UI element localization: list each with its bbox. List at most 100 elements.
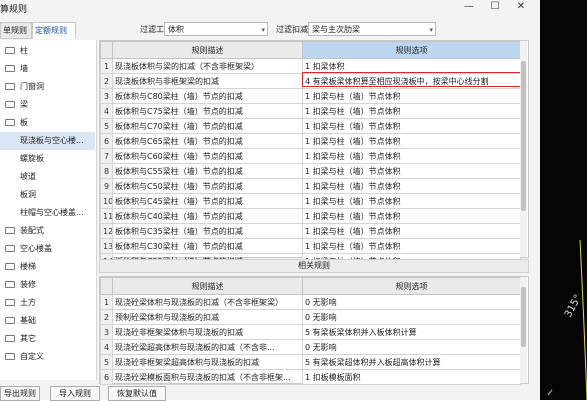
scrollbar-thumb[interactable] [521, 287, 526, 347]
row-number: 3 [100, 88, 113, 104]
tree-item-other[interactable]: 其它 [0, 330, 95, 348]
rule-desc-cell: 现浇砼梁超高体积与现浇板的扣减（不含非... [112, 339, 303, 355]
rule-option-cell[interactable]: 1 扣梁与柱（墙）节点体积 [302, 118, 521, 134]
row-number: 6 [100, 133, 113, 149]
tree-item-column[interactable]: 柱 [0, 42, 95, 60]
table-header-row: 规则描述 规则选项 [100, 41, 521, 59]
table-row[interactable]: 5 现浇砼非框架梁超高体积与现浇板的扣减 5 有梁板梁超体积并入板超高体积计算 [100, 354, 521, 370]
rule-option-cell[interactable]: 1 扣板模板面积 [302, 369, 521, 385]
filter-quantity-select[interactable]: 体积 ▾ [164, 22, 268, 36]
tree-item-prefab[interactable]: 装配式 [0, 222, 95, 240]
header-corner [100, 41, 113, 59]
tree-item-stairs[interactable]: 楼梯 [0, 258, 95, 276]
folder-icon [5, 227, 15, 234]
tree-item-column-cap[interactable]: 柱帽与空心楼盖... [0, 204, 95, 222]
tab-rules-single[interactable]: 单规则 [0, 22, 32, 39]
tree-item-beam[interactable]: 梁 [0, 96, 95, 114]
maximize-button[interactable]: ☐ [486, 1, 504, 12]
component-tree: 柱 墙 门窗洞 梁 板 现浇板与空心楼... 螺旋板 坡道 板洞 柱帽与空心楼盖… [0, 40, 97, 380]
folder-icon [5, 245, 15, 252]
table-row[interactable]: 1 现浇砼梁体积与现浇板的扣减（不含非框架梁） 0 无影响 [100, 294, 521, 310]
table-row[interactable]: 13 板体积与C30梁柱（墙）节点的扣减 1 扣梁与柱（墙）节点体积 [100, 238, 521, 254]
table-row[interactable]: 8 板体积与C55梁柱（墙）节点的扣减 1 扣梁与柱（墙）节点体积 [100, 163, 521, 179]
rule-desc-cell: 现浇砼非框架梁超高体积与现浇板的扣减 [112, 354, 303, 370]
rule-option-cell[interactable]: 0 无影响 [302, 294, 521, 310]
tree-item-spiral-slab[interactable]: 螺旋板 [0, 150, 95, 168]
rule-desc-cell: 现浇砼梁模板面积与现浇板的扣减（不含非框架... [112, 369, 303, 385]
rule-desc-cell: 板体积与C50梁柱（墙）节点的扣减 [112, 178, 303, 194]
rules-scrollbar[interactable] [520, 41, 527, 257]
header-rule-desc[interactable]: 规则描述 [112, 277, 303, 295]
chevron-down-icon: ▾ [429, 26, 433, 34]
filter-deduct-select[interactable]: 梁与主次肋梁 ▾ [308, 22, 436, 36]
header-rule-option[interactable]: 规则选项 [302, 277, 521, 295]
tree-item-custom[interactable]: 自定义 [0, 348, 95, 366]
tree-item-slab[interactable]: 板 [0, 114, 95, 132]
rule-desc-cell: 现浇砼梁体积与现浇板的扣减（不含非框架梁） [112, 294, 303, 310]
rule-option-cell[interactable]: 0 无影响 [302, 339, 521, 355]
row-number: 8 [100, 163, 113, 179]
table-row[interactable]: 11 板体积与C40梁柱（墙）节点的扣减 1 扣梁与柱（墙）节点体积 [100, 208, 521, 224]
tree-item-foundation[interactable]: 基础 [0, 312, 95, 330]
import-rules-button[interactable]: 导入规则 [50, 386, 100, 401]
row-number: 3 [100, 324, 113, 340]
tree-item-decoration[interactable]: 装修 [0, 276, 95, 294]
rule-option-cell[interactable]: 5 有梁板梁体积并入板体积计算 [302, 324, 521, 340]
rule-desc-cell: 板体积与C45梁柱（墙）节点的扣减 [112, 193, 303, 209]
chevron-down-icon: ▾ [261, 26, 265, 34]
tree-item-ramp[interactable]: 坡道 [0, 168, 95, 186]
table-row[interactable]: 4 现浇砼梁超高体积与现浇板的扣减（不含非... 0 无影响 [100, 339, 521, 355]
tree-item-earthwork[interactable]: 土方 [0, 294, 95, 312]
rule-option-cell[interactable]: 1 扣梁与柱（墙）节点体积 [302, 223, 521, 239]
window-title: 算规则 [0, 5, 28, 15]
rule-option-cell[interactable]: 1 扣梁与柱（墙）节点体积 [302, 193, 521, 209]
rule-option-cell[interactable]: 1 扣梁与柱（墙）节点体积 [302, 103, 521, 119]
rule-option-cell[interactable]: 1 扣梁与柱（墙）节点体积 [302, 148, 521, 164]
rule-option-cell[interactable]: 1 扣梁与柱（墙）节点体积 [302, 238, 521, 254]
tab-quota-rules[interactable]: 定额规则 [32, 22, 76, 39]
header-rule-option[interactable]: 规则选项 [302, 41, 521, 59]
scrollbar-thumb[interactable] [521, 61, 526, 211]
table-row[interactable]: 3 现浇砼非框架梁体积与现浇板的扣减 5 有梁板梁体积并入板体积计算 [100, 324, 521, 340]
tree-item-hollow-floor[interactable]: 空心楼盖 [0, 240, 95, 258]
table-row[interactable]: 6 现浇砼梁模板面积与现浇板的扣减（不含非框架... 1 扣板模板面积 [100, 369, 521, 385]
tree-item-door-window[interactable]: 门窗洞 [0, 78, 95, 96]
rule-option-cell[interactable]: 1 扣梁与柱（墙）节点体积 [302, 208, 521, 224]
rule-option-cell[interactable]: 5 有梁板梁超体积并入板超高体积计算 [302, 354, 521, 370]
filter-quantity-value: 体积 [168, 25, 184, 34]
table-row[interactable]: 5 板体积与C70梁柱（墙）节点的扣减 1 扣梁与柱（墙）节点体积 [100, 118, 521, 134]
rule-desc-cell: 板体积与C60梁柱（墙）节点的扣减 [112, 148, 303, 164]
drawing-canvas[interactable]: 315° [540, 0, 587, 400]
rule-desc-cell: 板体积与C40梁柱（墙）节点的扣减 [112, 208, 303, 224]
tree-item-slab-hole[interactable]: 板洞 [0, 186, 95, 204]
table-row[interactable]: 10 板体积与C45梁柱（墙）节点的扣减 1 扣梁与柱（墙）节点体积 [100, 193, 521, 209]
export-rules-button[interactable]: 导出规则 [0, 386, 40, 401]
table-row[interactable]: 12 板体积与C35梁柱（墙）节点的扣减 1 扣梁与柱（墙）节点体积 [100, 223, 521, 239]
table-row[interactable]: 6 板体积与C65梁柱（墙）节点的扣减 1 扣梁与柱（墙）节点体积 [100, 133, 521, 149]
table-row[interactable]: 9 板体积与C50梁柱（墙）节点的扣减 1 扣梁与柱（墙）节点体积 [100, 178, 521, 194]
title-bar: 算规则 — ☐ ✕ [0, 0, 540, 16]
folder-icon [5, 263, 15, 270]
rule-option-cell[interactable]: 0 无影响 [302, 309, 521, 325]
restore-default-button[interactable]: 恢复默认值 [108, 386, 166, 401]
row-number: 4 [100, 339, 113, 355]
close-button[interactable]: ✕ [512, 1, 530, 12]
table-row[interactable]: 3 板体积与C80梁柱（墙）节点的扣减 1 扣梁与柱（墙）节点体积 [100, 88, 521, 104]
row-number: 2 [100, 73, 113, 89]
minimize-button[interactable]: — [460, 1, 478, 12]
table-row[interactable]: 4 板体积与C75梁柱（墙）节点的扣减 1 扣梁与柱（墙）节点体积 [100, 103, 521, 119]
table-row[interactable]: 7 板体积与C60梁柱（墙）节点的扣减 1 扣梁与柱（墙）节点体积 [100, 148, 521, 164]
related-rules-grid: 规则描述 规则选项 1 现浇砼梁体积与现浇板的扣减（不含非框架梁） 0 无影响 2预… [99, 276, 529, 385]
rule-option-cell[interactable]: 1 扣梁与柱（墙）节点体积 [302, 88, 521, 104]
rule-desc-cell: 板体积与C55梁柱（墙）节点的扣减 [112, 163, 303, 179]
tree-item-cast-slab[interactable]: 现浇板与空心楼... [0, 132, 95, 150]
rule-option-cell[interactable]: 1 扣梁与柱（墙）节点体积 [302, 133, 521, 149]
header-rule-desc[interactable]: 规则描述 [112, 41, 303, 59]
rule-desc-cell: 板体积与C30梁柱（墙）节点的扣减 [112, 238, 303, 254]
tree-item-wall[interactable]: 墙 [0, 60, 95, 78]
rule-option-cell[interactable]: 1 扣梁与柱（墙）节点体积 [302, 163, 521, 179]
table-row[interactable]: 2 预制砼梁体积与现浇板的扣减 0 无影响 [100, 309, 521, 325]
related-scrollbar[interactable] [520, 277, 527, 383]
rule-option-cell[interactable]: 1 扣梁与柱（墙）节点体积 [302, 178, 521, 194]
row-number: 2 [100, 309, 113, 325]
